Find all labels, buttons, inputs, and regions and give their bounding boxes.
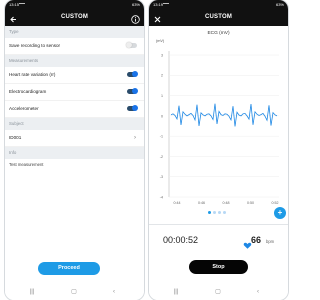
status-battery: 63% [131,2,140,7]
plus-icon[interactable]: + [274,207,286,219]
y-tick-label: 0 [161,114,163,118]
hrv-toggle[interactable] [127,71,138,77]
notification-icon [163,3,169,7]
row-label: Save recording to sensor [9,43,61,48]
notification-icon [19,3,25,7]
save-recording-toggle[interactable] [126,42,137,48]
recents-icon[interactable]: ||| [171,287,181,297]
page-dot-3[interactable] [218,211,221,214]
y-tick-label: -3 [160,175,163,179]
section-header-measurements: Measurements [5,55,144,67]
y-tick-label: -2 [160,155,163,159]
row-hrv[interactable]: Heart rate variation (rr) [5,67,144,84]
status-bar: 13:19 63% [149,0,288,9]
settings-list: Type Save recording to sensor Measuremen… [5,26,144,205]
y-tick-label: 3 [161,53,163,57]
status-bar: 13:15 63% [5,0,144,9]
x-tick-label: 0:50 [247,201,254,205]
stop-button[interactable]: Stop [189,260,248,274]
phone-recording-screen: 13:19 63% CUSTOM ECG (mV) (mV) 3 2 1 0 -1 -2 -… [149,0,288,300]
subject-id: ID001 [9,135,22,140]
ecg-series-line [170,103,278,127]
ecg-chart: 3 2 1 0 -1 -2 -3 -4 0:44 0:46 0:48 0:50 0:52 [160,51,279,205]
row-ecg[interactable]: Electrocardiogram [5,84,144,101]
row-label: Electrocardiogram [9,89,47,94]
y-tick-label: 2 [161,74,163,78]
recents-icon[interactable]: ||| [27,287,37,297]
row-save-recording[interactable]: Save recording to sensor [5,38,144,55]
heart-rate-unit: bpm [266,239,275,244]
row-label: Accelerometer [9,106,39,111]
chart-title: ECG (mV) [207,31,230,36]
ecg-toggle[interactable] [127,88,138,94]
home-icon[interactable]: ▢ [213,287,223,297]
page-title: CUSTOM [204,14,233,20]
status-time: 13:15 [9,2,20,7]
x-tick-label: 0:44 [174,201,181,205]
home-icon[interactable]: ▢ [69,287,79,297]
section-header-info: Info [5,147,144,159]
info-textarea[interactable]: Test measurement [5,159,144,205]
chart-unit-label: (mV) [156,39,165,43]
section-header-type: Type [5,26,144,38]
x-tick-label: 0:48 [223,201,230,205]
page-dot-2[interactable] [213,211,216,214]
info-icon[interactable] [130,12,141,24]
section-header-subject: Subject [5,118,144,130]
status-battery: 63% [275,2,284,7]
page-dot-1[interactable] [208,211,211,214]
y-tick-label: -1 [160,135,163,139]
android-nav-bar: ||| ▢ ‹ [5,284,144,300]
heart-rate-value: 66 [251,235,262,245]
android-nav-bar: ||| ▢ ‹ [149,284,288,300]
row-accelerometer[interactable]: Accelerometer [5,101,144,118]
status-time: 13:19 [153,2,164,7]
back-icon[interactable]: ‹ [109,287,119,297]
accelerometer-toggle[interactable] [127,105,138,111]
back-icon[interactable]: ‹ [253,287,263,297]
y-tick-label: 1 [161,94,163,98]
page-title: CUSTOM [60,14,89,20]
x-tick-label: 0:52 [272,201,279,205]
app-bar: CUSTOM [149,9,288,26]
row-label: Heart rate variation (rr) [9,72,56,77]
elapsed-timer: 00:00:52 [163,235,199,245]
x-tick-label: 0:46 [198,201,205,205]
row-subject[interactable]: ID001 › [5,130,144,147]
phone-setup-screen: 13:15 63% CUSTOM Type Save recording to … [5,0,144,300]
proceed-button[interactable]: Proceed [38,262,100,275]
divider [149,224,288,225]
chevron-right-icon: › [134,135,136,141]
page-dot-4[interactable] [223,211,226,214]
app-bar: CUSTOM [5,9,144,26]
y-tick-label: -4 [160,195,163,199]
